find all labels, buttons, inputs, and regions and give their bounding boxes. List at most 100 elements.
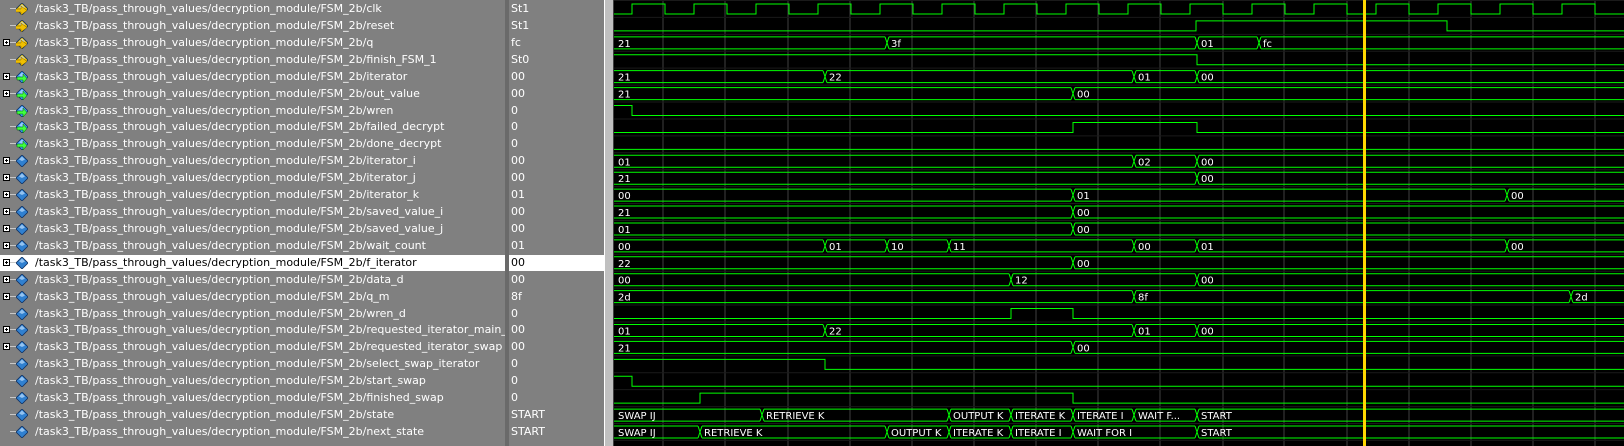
signal-value: 00 — [511, 69, 525, 83]
signal-row[interactable]: /task3_TB/pass_through_values/decryption… — [0, 356, 505, 372]
signal-row[interactable]: /task3_TB/pass_through_values/decryption… — [0, 322, 530, 338]
signal-value: 0 — [511, 120, 518, 134]
output-port-icon — [15, 70, 29, 84]
signal-value-row[interactable]: 00 — [509, 153, 604, 169]
signal-row[interactable]: /task3_TB/pass_through_values/decryption… — [0, 221, 505, 237]
signal-row[interactable]: /task3_TB/pass_through_values/decryption… — [0, 153, 505, 169]
expand-plus-icon[interactable] — [3, 224, 10, 232]
signal-row[interactable]: /task3_TB/pass_through_values/decryption… — [0, 254, 505, 271]
expand-plus-icon[interactable] — [3, 275, 10, 283]
signal-icon — [15, 222, 29, 236]
signal-row[interactable]: /task3_TB/pass_through_values/decryption… — [0, 18, 505, 34]
signal-value-row[interactable]: 00 — [509, 322, 604, 338]
signal-value-row[interactable]: 0 — [509, 136, 604, 152]
signal-value-row[interactable]: 01 — [509, 238, 604, 254]
bus-waveform-segment — [1072, 256, 1624, 270]
signal-name: /task3_TB/pass_through_values/decryption… — [35, 425, 425, 438]
signal-value-row[interactable]: 00 — [509, 221, 604, 237]
signal-name: /task3_TB/pass_through_values/decryption… — [35, 340, 503, 354]
signal-value: 0 — [511, 357, 518, 371]
expand-plus-icon[interactable] — [3, 89, 10, 97]
signal-value-row[interactable]: St0 — [509, 52, 604, 68]
signal-row[interactable]: /task3_TB/pass_through_values/decryption… — [0, 69, 505, 85]
expand-plus-icon[interactable] — [3, 292, 10, 300]
output-port-icon — [15, 120, 29, 135]
signal-row[interactable]: /task3_TB/pass_through_values/decryption… — [0, 390, 505, 406]
signal-value-row[interactable]: 00 — [509, 69, 604, 85]
signal-row[interactable]: /task3_TB/pass_through_values/decryption… — [0, 272, 505, 288]
expand-plus-icon[interactable] — [3, 191, 10, 199]
bus-waveform-segment — [1072, 222, 1624, 236]
signal-row[interactable]: /task3_TB/pass_through_values/decryption… — [0, 407, 505, 423]
signal-value-row[interactable]: 0 — [509, 390, 604, 406]
signal-value-row[interactable]: 0 — [509, 306, 604, 322]
expand-plus-icon[interactable] — [3, 326, 10, 334]
signal-value-row[interactable]: 01 — [509, 187, 604, 203]
signal-name: /task3_TB/pass_through_values/decryption… — [35, 69, 408, 83]
signal-value-row[interactable]: St1 — [509, 1, 604, 17]
signal-value-row[interactable]: 0 — [509, 373, 604, 389]
signal-row[interactable]: /task3_TB/pass_through_values/decryption… — [0, 187, 505, 203]
expand-plus-icon[interactable] — [3, 241, 10, 249]
bus-waveform-segment — [614, 256, 1074, 270]
bus-waveform-segment — [614, 323, 826, 337]
bit-waveform — [614, 375, 1624, 387]
expand-plus-icon[interactable] — [3, 174, 10, 182]
bus-value-label: 01 — [1077, 191, 1090, 202]
expand-plus-icon[interactable] — [3, 38, 10, 46]
output-port-icon — [15, 137, 29, 152]
signal-row[interactable]: /task3_TB/pass_through_values/decryption… — [0, 52, 505, 68]
signal-row[interactable]: /task3_TB/pass_through_values/decryption… — [0, 289, 505, 305]
signal-value-row[interactable]: START — [509, 407, 604, 423]
signal-value-row[interactable]: 0 — [509, 119, 604, 135]
signal-row[interactable]: /task3_TB/pass_through_values/decryption… — [0, 424, 505, 440]
expand-plus-icon[interactable] — [3, 208, 10, 216]
expand-plus-icon[interactable] — [3, 72, 10, 80]
signal-row[interactable]: /task3_TB/pass_through_values/decryption… — [0, 373, 505, 389]
signal-row[interactable]: /task3_TB/pass_through_values/decryption… — [0, 119, 505, 135]
signal-value-row[interactable]: St1 — [509, 18, 604, 34]
signal-value-row[interactable]: 00 — [509, 254, 604, 271]
bus-value-label: 00 — [1077, 259, 1090, 270]
bus-value-label: 00 — [1201, 73, 1214, 84]
waveform-pane[interactable]: 21 3f 01 fc 21 22 01 00 21 00 01 02 00 21 00 00 01 00 21 00… — [614, 0, 1624, 446]
signal-row[interactable]: /task3_TB/pass_through_values/decryption… — [0, 1, 505, 17]
bus-value-label: RETRIEVE K — [766, 411, 825, 422]
signal-value-row[interactable]: 0 — [509, 103, 604, 119]
bus-value-label: 00 — [618, 242, 631, 253]
time-cursor — [1363, 0, 1366, 446]
signal-value: St1 — [511, 2, 530, 15]
signal-value-row[interactable]: fc — [509, 35, 604, 51]
signal-row[interactable]: /task3_TB/pass_through_values/decryption… — [0, 339, 505, 355]
signal-name: /task3_TB/pass_through_values/decryption… — [35, 272, 404, 286]
signal-row[interactable]: /task3_TB/pass_through_values/decryption… — [0, 136, 505, 152]
signal-value-row[interactable]: 00 — [509, 272, 604, 288]
signal-row[interactable]: /task3_TB/pass_through_values/decryption… — [0, 204, 505, 220]
signal-value-row[interactable]: 8f — [509, 289, 604, 305]
signal-row[interactable]: /task3_TB/pass_through_values/decryption… — [0, 103, 505, 119]
signal-names-pane: /task3_TB/pass_through_values/decryption… — [0, 0, 530, 446]
signal-value-row[interactable]: 00 — [509, 170, 604, 186]
signal-value-row[interactable]: 00 — [509, 339, 604, 355]
signal-icon — [15, 374, 29, 388]
signal-value-row[interactable]: 00 — [509, 86, 604, 102]
signal-row[interactable]: /task3_TB/pass_through_values/decryption… — [0, 86, 505, 102]
expand-plus-icon[interactable] — [3, 343, 10, 351]
signal-name: /task3_TB/pass_through_values/decryption… — [35, 306, 406, 320]
bus-value-label: SWAP IJ — [618, 411, 656, 422]
signal-row[interactable]: /task3_TB/pass_through_values/decryption… — [0, 170, 505, 186]
signal-icon — [15, 357, 29, 371]
signal-value: 01 — [511, 238, 525, 252]
waveform-canvas[interactable]: 21 3f 01 fc 21 22 01 00 21 00 01 02 00 21 00 00 01 00 21 00… — [614, 0, 1624, 446]
bus-value-label: 00 — [1077, 225, 1090, 236]
pane-splitter-values-wave[interactable] — [604, 0, 614, 446]
expand-plus-icon[interactable] — [3, 157, 10, 165]
expand-plus-icon[interactable] — [3, 258, 10, 266]
signal-value-row[interactable]: START — [509, 424, 604, 440]
bus-value-label: 11 — [953, 242, 966, 253]
signal-row[interactable]: /task3_TB/pass_through_values/decryption… — [0, 306, 505, 322]
signal-value-row[interactable]: 00 — [509, 204, 604, 220]
signal-row[interactable]: /task3_TB/pass_through_values/decryption… — [0, 35, 505, 51]
signal-row[interactable]: /task3_TB/pass_through_values/decryption… — [0, 238, 505, 254]
signal-value-row[interactable]: 0 — [509, 356, 604, 372]
